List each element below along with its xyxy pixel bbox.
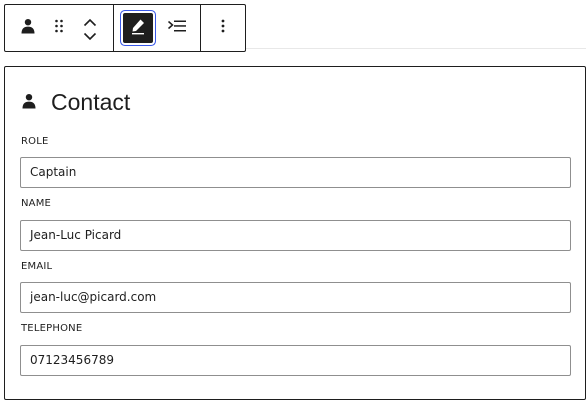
toolbar-group-block xyxy=(5,5,113,51)
contact-block[interactable]: Contact ROLE Captain NAME Jean-Luc Picar… xyxy=(4,66,586,400)
edit-button-active xyxy=(123,13,153,43)
more-vertical-icon xyxy=(220,18,226,38)
toolbar-group-edit xyxy=(113,5,200,51)
contact-title: Contact xyxy=(51,89,131,115)
block-type-button[interactable] xyxy=(5,5,51,51)
name-field[interactable]: Jean-Luc Picard xyxy=(20,220,571,251)
outdent-icon xyxy=(167,18,187,38)
edit-button[interactable] xyxy=(114,5,162,51)
person-icon xyxy=(20,18,36,38)
drag-handle-icon xyxy=(54,18,64,38)
block-mover xyxy=(67,5,113,51)
role-label: ROLE xyxy=(21,136,49,147)
drag-handle-button[interactable] xyxy=(51,5,67,51)
more-options-button[interactable] xyxy=(208,5,238,51)
contact-header: Contact xyxy=(21,89,130,116)
role-field[interactable]: Captain xyxy=(20,157,571,188)
move-down-button[interactable] xyxy=(83,28,97,42)
email-field[interactable]: jean-luc@picard.com xyxy=(20,282,571,313)
outdent-button[interactable] xyxy=(162,5,192,51)
chevron-down-icon xyxy=(83,26,97,45)
name-label: NAME xyxy=(21,198,52,209)
telephone-field[interactable]: 07123456789 xyxy=(20,345,571,376)
email-label: EMAIL xyxy=(21,261,53,272)
person-icon xyxy=(21,93,37,113)
telephone-label: TELEPHONE xyxy=(21,323,83,334)
editor-divider xyxy=(246,48,586,49)
pencil-icon xyxy=(129,17,147,39)
block-toolbar xyxy=(4,4,246,52)
toolbar-group-options xyxy=(200,5,245,51)
